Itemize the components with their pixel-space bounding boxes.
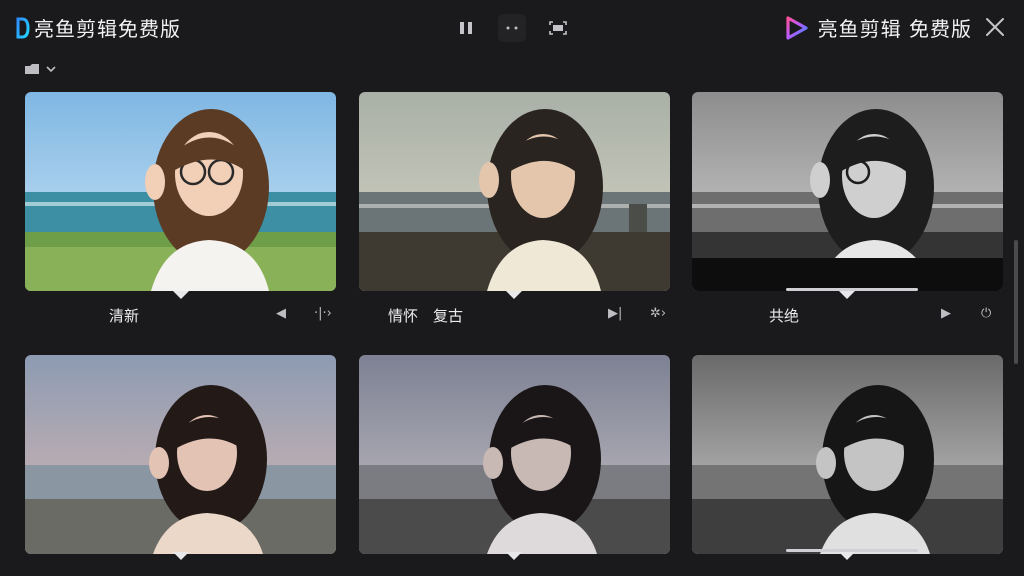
chevron-down-icon <box>46 66 56 73</box>
portrait-image <box>25 355 336 554</box>
preset-thumbnail-fresh[interactable] <box>25 92 336 291</box>
app-title-right: 亮鱼剪辑 免费版 <box>817 17 972 41</box>
prev-button-1[interactable]: ◀ <box>276 306 286 321</box>
preset-label-3[interactable]: 共绝 <box>769 305 799 326</box>
preset-thumbnail-bw[interactable] <box>692 92 1003 291</box>
portrait-image <box>359 92 670 291</box>
portrait-image <box>692 355 1003 554</box>
adjust-button-1[interactable]: ·|·› <box>314 306 332 321</box>
adjust-button-2[interactable]: ✲› <box>650 306 666 321</box>
window-controls <box>452 14 572 42</box>
portrait-image <box>359 355 670 554</box>
preset-thumbnail-mono[interactable] <box>692 355 1003 554</box>
title-bar: 亮鱼剪辑免费版 亮鱼剪辑 免费版 <box>0 0 1024 56</box>
thumb-pointer-5 <box>506 552 522 560</box>
next-button-2[interactable]: ▶| <box>608 306 622 321</box>
preset-thumbnail-muted[interactable] <box>359 355 670 554</box>
app-brand-right: 亮鱼剪辑 免费版 <box>782 13 972 42</box>
pause-button[interactable] <box>452 14 480 42</box>
portrait-image <box>25 92 336 291</box>
thumb-pointer-2 <box>506 291 522 299</box>
preset-thumbnail-dusk[interactable] <box>25 355 336 554</box>
play-button-3[interactable]: ▶ <box>941 306 951 321</box>
preset-thumbnail-retro[interactable] <box>359 92 670 291</box>
close-icon <box>986 18 1004 36</box>
scrollbar[interactable] <box>1014 240 1018 364</box>
thumb-pointer-6 <box>839 552 855 560</box>
app-title-left: 亮鱼剪辑免费版 <box>34 17 181 41</box>
play-logo-icon <box>786 15 808 40</box>
folder-icon <box>25 64 39 74</box>
screen-capture-icon <box>549 21 567 35</box>
more-button[interactable] <box>498 14 526 42</box>
power-button-3[interactable]: ⏻ <box>981 306 991 321</box>
portrait-image <box>692 92 1003 291</box>
app-logo-icon <box>16 17 30 38</box>
more-icon <box>506 26 518 30</box>
thumb-pointer-1 <box>173 291 189 299</box>
thumb-pointer-4 <box>173 552 189 560</box>
preset-label-2[interactable]: 情怀 复古 <box>388 305 463 326</box>
close-button[interactable] <box>982 14 1008 40</box>
preset-label-1[interactable]: 清新 <box>109 305 139 326</box>
app-brand-left: 亮鱼剪辑免费版 <box>16 13 181 42</box>
pause-icon <box>460 22 472 34</box>
screen-capture-button[interactable] <box>544 14 572 42</box>
filter-dropdown[interactable] <box>24 62 56 76</box>
thumb-pointer-3 <box>839 291 855 299</box>
